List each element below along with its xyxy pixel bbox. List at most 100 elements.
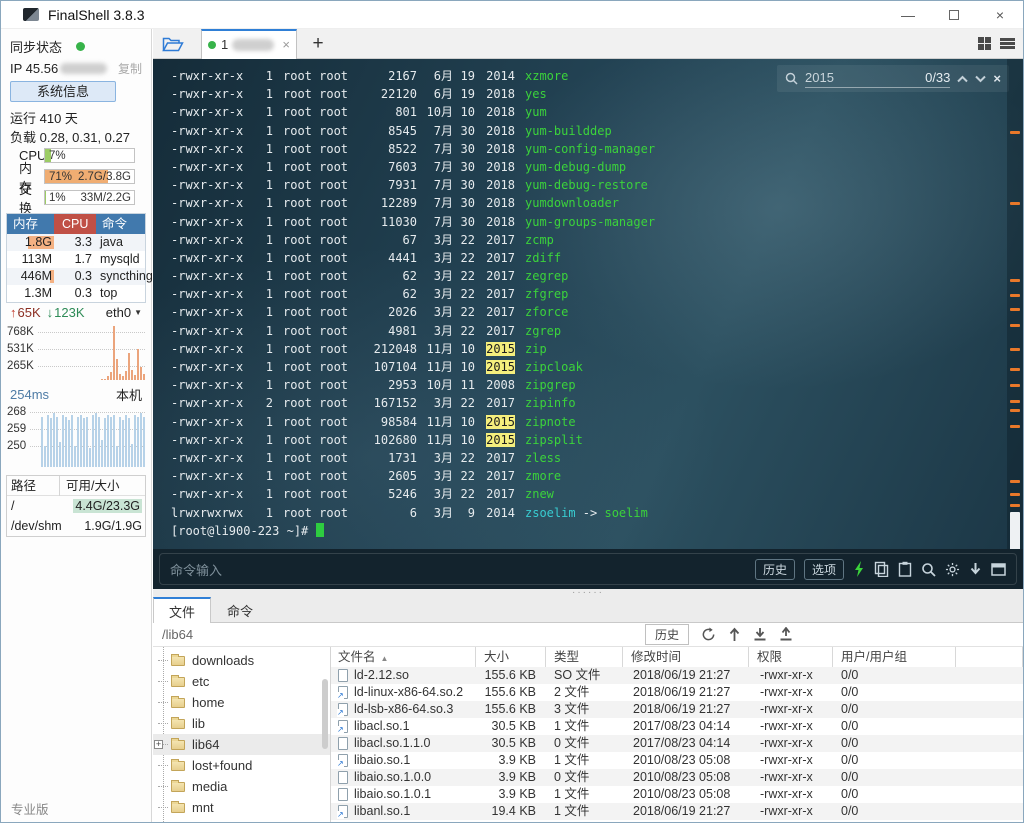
network-chart: 768K 531K 265K (7, 324, 145, 380)
file-permissions: -rwxr-xr-x (171, 85, 247, 103)
parent-directory-icon[interactable] (728, 627, 741, 642)
column-header-filename[interactable]: 文件名▲ (331, 647, 476, 667)
date-day: 10 (453, 340, 475, 358)
search-previous-button[interactable] (957, 75, 968, 83)
chart-bar (140, 367, 142, 380)
search-close-button[interactable]: × (993, 71, 1001, 86)
file-spacer-cell (956, 684, 1023, 701)
column-header-mtime[interactable]: 修改时间 (623, 647, 749, 667)
search-icon[interactable] (921, 562, 936, 577)
panel-splitter[interactable]: ······ (153, 589, 1023, 597)
tab-commands[interactable]: 命令 (211, 597, 269, 623)
tab-close-icon[interactable]: × (282, 37, 290, 52)
speed-boost-icon[interactable] (853, 561, 865, 577)
column-header-type[interactable]: 类型 (546, 647, 623, 667)
tree-item-media[interactable]: media (153, 776, 330, 797)
column-header-perms[interactable]: 权限 (749, 647, 833, 667)
date-day: 30 (453, 194, 475, 212)
terminal-line: -rwxr-xr-x1root root49813月222017zgrep (171, 322, 997, 340)
network-chart-bars (41, 324, 145, 380)
copy-icon[interactable] (874, 561, 889, 577)
tree-item-downloads[interactable]: downloads (153, 650, 330, 671)
file-row[interactable]: libaio.so.1.0.13.9 KB1 文件2010/08/23 05:0… (331, 786, 1023, 803)
open-connection-button[interactable] (153, 29, 193, 58)
history-button[interactable]: 历史 (755, 559, 795, 580)
file-owner: root root (273, 140, 355, 158)
refresh-icon[interactable] (701, 627, 716, 642)
maximize-button[interactable] (931, 1, 977, 28)
process-header-cpu[interactable]: CPU (54, 214, 96, 234)
minimize-button[interactable]: — (885, 1, 931, 28)
tree-item-lib64[interactable]: +lib64 (153, 734, 330, 755)
file-name-text: ld-lsb-x86-64.so.3 (354, 701, 453, 718)
close-button[interactable]: × (977, 1, 1023, 28)
file-type-cell: 1 文件 (546, 718, 623, 735)
current-path-input[interactable]: /lib64 (153, 627, 193, 642)
list-view-icon[interactable] (1000, 38, 1015, 49)
chart-bar (74, 446, 76, 467)
new-tab-button[interactable]: + (307, 33, 329, 55)
file-user-cell: 0/0 (833, 684, 956, 701)
file-perms-cell: -rwxr-xr-x (749, 786, 833, 803)
expand-icon[interactable]: + (154, 740, 163, 749)
file-row[interactable]: libacl.so.130.5 KB1 文件2017/08/23 04:14-r… (331, 718, 1023, 735)
tab-files[interactable]: 文件 (153, 597, 211, 623)
hard-link-count: 1 (247, 413, 273, 431)
download-icon[interactable] (753, 627, 767, 642)
process-row[interactable]: 1.8G3.3java (7, 234, 145, 251)
session-tab[interactable]: 1 × (201, 29, 297, 59)
search-input[interactable]: 2015 0/33 (805, 70, 950, 88)
file-row[interactable]: libaio.so.13.9 KB1 文件2010/08/23 05:08-rw… (331, 752, 1023, 769)
process-row[interactable]: 446M0.3syncthing (7, 268, 145, 285)
tree-guide-line (158, 702, 168, 703)
upload-icon[interactable] (779, 627, 793, 642)
file-permissions: -rwxr-xr-x (171, 267, 247, 285)
disk-row[interactable]: /4.4G/23.3G (7, 496, 145, 516)
paste-icon[interactable] (898, 561, 912, 577)
file-name: yum-groups-manager (515, 213, 655, 231)
settings-gear-icon[interactable] (945, 562, 960, 577)
tree-item-lost-found[interactable]: lost+found (153, 755, 330, 776)
file-row[interactable]: libaio.so.1.0.03.9 KB0 文件2010/08/23 05:0… (331, 769, 1023, 786)
terminal-scrollbar[interactable] (1007, 59, 1023, 589)
tree-item-mnt[interactable]: mnt (153, 797, 330, 818)
file-name: zmore (515, 467, 561, 485)
search-match-mark (1010, 400, 1020, 403)
grid-view-icon[interactable] (978, 37, 991, 50)
chart-bar (131, 370, 133, 380)
file-row[interactable]: ld-lsb-x86-64.so.3155.6 KB3 文件2018/06/19… (331, 701, 1023, 718)
interface-select[interactable]: eth0 (106, 305, 131, 320)
process-row[interactable]: 1.3M0.3top (7, 285, 145, 302)
disk-path: / (7, 496, 59, 516)
column-header-user[interactable]: 用户/用户组 (833, 647, 956, 667)
download-arrow-icon[interactable] (969, 562, 982, 577)
tree-item-lib[interactable]: lib (153, 713, 330, 734)
file-row[interactable]: ld-2.12.so155.6 KBSO 文件2018/06/19 21:27-… (331, 667, 1023, 684)
disk-table-header: 路径 可用/大小 (7, 476, 145, 496)
file-row[interactable]: libanl.so.119.4 KB1 文件2018/06/19 21:27-r… (331, 803, 1023, 820)
search-next-button[interactable] (975, 75, 986, 83)
terminal-area[interactable]: -rwxr-xr-x1root root21676月192014xzmore-r… (153, 59, 1023, 589)
file-row[interactable]: libacl.so.1.1.030.5 KB0 文件2017/08/23 04:… (331, 735, 1023, 752)
file-perms-cell: -rwxr-xr-x (749, 803, 833, 820)
command-input-bar[interactable]: 命令输入 历史 选项 (159, 553, 1017, 585)
column-header-size[interactable]: 大小 (476, 647, 546, 667)
chart-bar (137, 349, 139, 380)
chevron-down-icon[interactable]: ▼ (134, 308, 142, 317)
process-header-command[interactable]: 命令 (96, 214, 145, 234)
process-row[interactable]: 113M1.7mysqld (7, 251, 145, 268)
maximize-icon (949, 10, 959, 20)
tree-item-home[interactable]: home (153, 692, 330, 713)
cpu-percent: 7% (49, 150, 66, 162)
tree-item-etc[interactable]: etc (153, 671, 330, 692)
path-history-button[interactable]: 历史 (645, 624, 689, 645)
file-owner: root root (273, 285, 355, 303)
disk-row[interactable]: /dev/shm1.9G/1.9G (7, 516, 145, 536)
window-panel-icon[interactable] (991, 563, 1006, 576)
process-header-memory[interactable]: 内存 (7, 214, 54, 234)
tree-scrollbar[interactable] (322, 679, 328, 749)
system-info-button[interactable]: 系统信息 (10, 81, 116, 102)
options-button[interactable]: 选项 (804, 559, 844, 580)
file-row[interactable]: ld-linux-x86-64.so.2155.6 KB2 文件2018/06/… (331, 684, 1023, 701)
copy-ip-link[interactable]: 复制 (118, 60, 142, 77)
